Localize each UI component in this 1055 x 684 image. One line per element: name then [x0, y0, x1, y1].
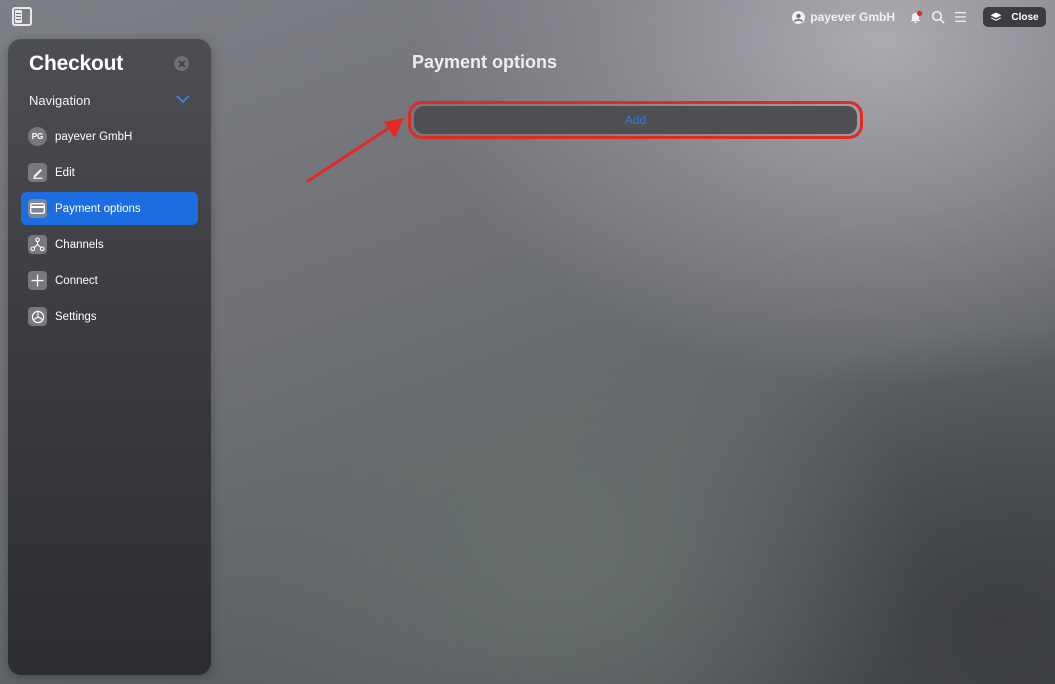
sidebar-item-label: Settings	[55, 310, 97, 323]
add-button-label: Add	[624, 113, 647, 127]
add-button-highlight: Add	[408, 101, 863, 139]
navigation-header-label: Navigation	[29, 93, 91, 108]
sidebar-item-channels[interactable]: Channels	[21, 228, 198, 261]
sidebar-item-label: Payment options	[55, 202, 141, 215]
annotation-arrow-icon	[306, 118, 404, 183]
page-title: Payment options	[412, 52, 558, 72]
checkout-sidebar: Checkout Navigation PG payever GmbH Edit	[8, 39, 211, 675]
add-payment-option-button[interactable]: Add	[414, 106, 857, 134]
notifications-bell-icon[interactable]	[908, 9, 924, 25]
sidebar-item-label: Channels	[55, 238, 104, 251]
navigation-list: PG payever GmbH Edit Payment options Cha…	[21, 120, 198, 336]
pencil-icon	[28, 163, 47, 182]
layers-icon	[990, 12, 1002, 21]
sidebar-item-payment-options[interactable]: Payment options	[21, 192, 198, 225]
close-label: Close	[1011, 11, 1039, 23]
sidebar-item-edit[interactable]: Edit	[21, 156, 198, 189]
user-icon	[792, 10, 806, 24]
close-button[interactable]: Close	[983, 7, 1046, 27]
navigation-section-toggle[interactable]: Navigation	[29, 93, 190, 111]
channels-icon	[28, 235, 47, 254]
credit-card-icon	[28, 199, 47, 218]
sidebar-toggle-icon[interactable]	[12, 7, 32, 26]
sidebar-item-connect[interactable]: Connect	[21, 264, 198, 297]
sidebar-item-label: Connect	[55, 274, 98, 287]
sidebar-item-business[interactable]: PG payever GmbH	[21, 120, 198, 153]
plus-icon	[28, 271, 47, 290]
sidebar-item-label: Edit	[55, 166, 75, 179]
sidebar-item-settings[interactable]: Settings	[21, 300, 198, 333]
account-name: payever GmbH	[810, 10, 895, 24]
sidebar-item-label: payever GmbH	[55, 130, 133, 143]
menu-icon[interactable]	[952, 9, 968, 25]
top-bar-actions: payever GmbH Close	[792, 7, 1046, 27]
search-icon[interactable]	[930, 9, 946, 25]
avatar: PG	[28, 127, 47, 146]
sidebar-title: Checkout	[29, 52, 124, 75]
top-bar: payever GmbH Close	[0, 0, 1055, 34]
account-switcher[interactable]: payever GmbH	[792, 10, 895, 24]
sidebar-close-icon[interactable]	[174, 56, 189, 71]
settings-icon	[28, 307, 47, 326]
chevron-down-icon	[176, 95, 190, 104]
